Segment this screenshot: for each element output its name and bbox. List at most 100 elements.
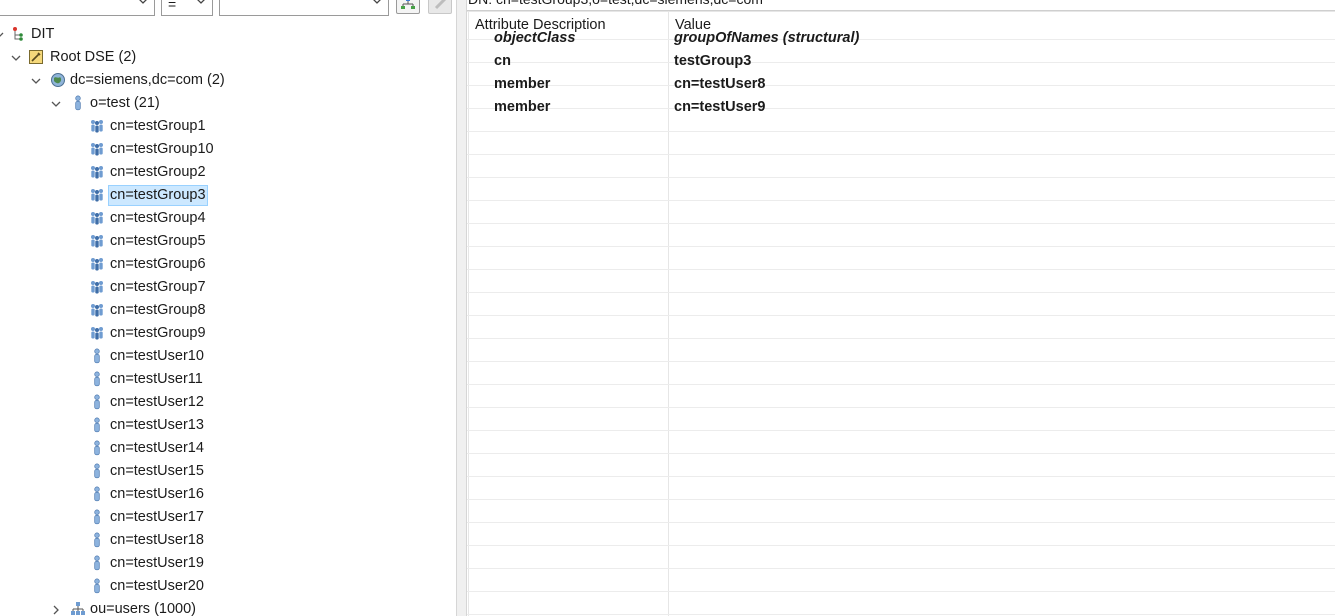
tree-item[interactable]: cn=testGroup6: [0, 253, 456, 276]
tree-item-label: dc=siemens,dc=com (2): [70, 72, 225, 88]
column-divider[interactable]: [668, 12, 669, 616]
tree-item-label: cn=testUser17: [110, 509, 204, 525]
person-icon: [89, 394, 105, 410]
attribute-cell[interactable]: objectClass: [494, 27, 575, 50]
grid-line: [467, 39, 1335, 40]
grid-line: [467, 131, 1335, 132]
grid-line: [467, 292, 1335, 293]
attribute-cell[interactable]: cn: [494, 50, 511, 73]
value-cell[interactable]: cn=testUser9: [674, 96, 765, 119]
value-cell[interactable]: cn=testUser8: [674, 73, 765, 96]
tree-item[interactable]: cn=testUser11: [0, 368, 456, 391]
pane-splitter[interactable]: [456, 0, 467, 616]
grid-line: [467, 315, 1335, 316]
value-cell[interactable]: groupOfNames (structural): [674, 27, 859, 50]
tree-item[interactable]: cn=testUser13: [0, 414, 456, 437]
grid-line: [467, 384, 1335, 385]
tree-item[interactable]: cn=testUser12: [0, 391, 456, 414]
tree-item[interactable]: cn=testUser16: [0, 483, 456, 506]
group-icon: [89, 233, 105, 249]
tree-item[interactable]: Root DSE (2): [0, 46, 456, 69]
group-icon: [89, 141, 105, 157]
tree-item[interactable]: cn=testUser18: [0, 529, 456, 552]
org-unit-icon: [70, 601, 86, 616]
tree-item-label: cn=testGroup10: [110, 141, 214, 157]
grid-line: [467, 499, 1335, 500]
group-icon: [89, 256, 105, 272]
tree-item[interactable]: cn=testGroup3: [0, 184, 456, 207]
person-icon: [89, 486, 105, 502]
chevron-down-icon: [373, 0, 381, 4]
tree-item-label: DIT: [31, 26, 55, 42]
tree-item[interactable]: ou=users (1000): [0, 598, 456, 616]
value-combo[interactable]: [219, 0, 389, 16]
tree-item[interactable]: dc=siemens,dc=com (2): [0, 69, 456, 92]
tree-item[interactable]: cn=testUser14: [0, 437, 456, 460]
grid-line: [467, 108, 1335, 109]
operator-combo-value: =: [168, 0, 177, 12]
tree-item[interactable]: cn=testUser17: [0, 506, 456, 529]
grid-line: [467, 407, 1335, 408]
filter-wand-icon: [434, 0, 447, 10]
tree-item-label: cn=testGroup7: [110, 279, 206, 295]
attribute-cell[interactable]: member: [494, 96, 550, 119]
tree-item[interactable]: cn=testUser10: [0, 345, 456, 368]
grid-line: [467, 200, 1335, 201]
person-icon: [89, 532, 105, 548]
tree-item[interactable]: cn=testUser15: [0, 460, 456, 483]
attribute-combo[interactable]: [0, 0, 155, 16]
dn-bar: DN: cn=testGroup3,o=test,dc=siemens,dc=c…: [467, 0, 1335, 11]
tree-item-label: cn=testUser15: [110, 463, 204, 479]
chevron-down-icon[interactable]: [10, 52, 22, 64]
dit-tree-pane: = DIT Root DSE (2) dc=siemens,dc=com (2)…: [0, 0, 456, 616]
value-cell[interactable]: testGroup3: [674, 50, 751, 73]
attribute-cell[interactable]: member: [494, 73, 550, 96]
clear-filter-button[interactable]: [428, 0, 452, 14]
operator-combo[interactable]: =: [161, 0, 213, 16]
attribute-table: Attribute Description Value objectClass g…: [467, 11, 1335, 616]
chevron-right-icon[interactable]: [50, 604, 62, 616]
tree-item[interactable]: o=test (21): [0, 92, 456, 115]
column-divider-left: [468, 12, 469, 616]
grid-line: [467, 269, 1335, 270]
tree-item[interactable]: cn=testGroup4: [0, 207, 456, 230]
tree-item[interactable]: cn=testGroup10: [0, 138, 456, 161]
chevron-down-icon[interactable]: [30, 75, 42, 87]
tree-item[interactable]: cn=testUser20: [0, 575, 456, 598]
person-icon: [89, 578, 105, 594]
grid-line: [467, 522, 1335, 523]
tree-item[interactable]: cn=testGroup5: [0, 230, 456, 253]
group-icon: [89, 187, 105, 203]
tree-item[interactable]: DIT: [0, 23, 456, 46]
tree-item[interactable]: cn=testGroup9: [0, 322, 456, 345]
grid-line: [467, 62, 1335, 63]
tree-item-label: o=test (21): [90, 95, 160, 111]
chevron-down-icon[interactable]: [50, 98, 62, 110]
tree-item-label: cn=testUser20: [110, 578, 204, 594]
chevron-down-icon: [139, 0, 147, 4]
tree-item[interactable]: cn=testGroup2: [0, 161, 456, 184]
filter-toolbar: =: [0, 0, 456, 18]
grid-line: [467, 177, 1335, 178]
tree-item-label: cn=testGroup2: [110, 164, 206, 180]
ldap-browser-window: = DIT Root DSE (2) dc=siemens,dc=com (2)…: [0, 0, 1335, 616]
tree-item[interactable]: cn=testGroup8: [0, 299, 456, 322]
chevron-down-icon: [197, 0, 205, 4]
grid-line: [467, 545, 1335, 546]
tree-item-label: cn=testGroup5: [110, 233, 206, 249]
grid-line: [467, 591, 1335, 592]
chevron-down-icon[interactable]: [0, 29, 5, 41]
grid-line: [467, 430, 1335, 431]
tree-item-label: Root DSE (2): [50, 49, 137, 65]
apply-filter-button[interactable]: [396, 0, 420, 14]
grid-line: [467, 154, 1335, 155]
grid-line: [467, 223, 1335, 224]
tree-item[interactable]: cn=testGroup1: [0, 115, 456, 138]
tree-item[interactable]: cn=testUser19: [0, 552, 456, 575]
tree-item[interactable]: cn=testGroup7: [0, 276, 456, 299]
tree-item-label: cn=testGroup9: [110, 325, 206, 341]
tree-filter-icon: [401, 0, 415, 9]
group-icon: [89, 210, 105, 226]
person-icon: [89, 348, 105, 364]
globe-icon: [50, 72, 66, 88]
